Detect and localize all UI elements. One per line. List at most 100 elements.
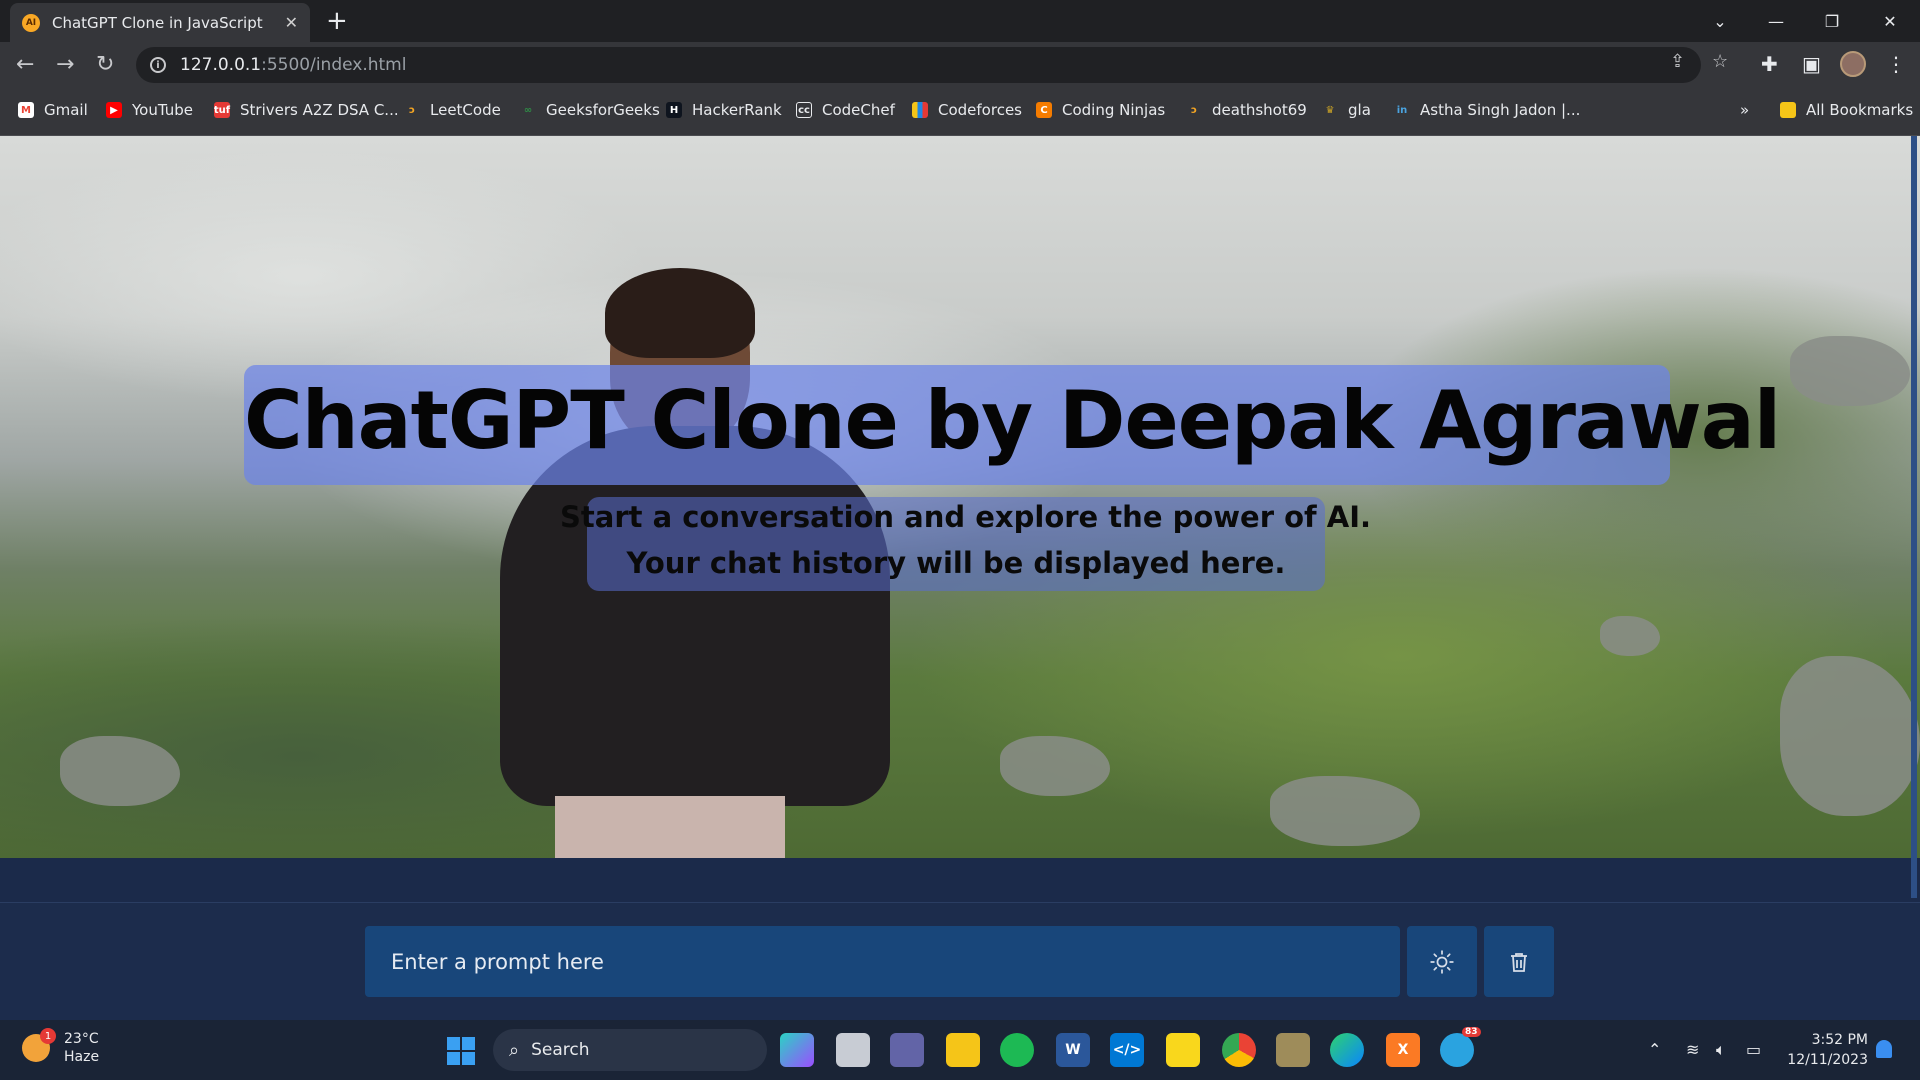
battery-icon[interactable]: ▭ xyxy=(1746,1040,1761,1059)
extensions-puzzle-icon[interactable]: ✚ xyxy=(1761,52,1778,76)
linkedin-icon: in xyxy=(1396,104,1408,116)
codeforces-icon xyxy=(912,102,928,118)
file-explorer-icon[interactable] xyxy=(946,1033,980,1067)
url-path: :5500/index.html xyxy=(261,55,407,75)
weather-desc: Haze xyxy=(64,1049,100,1065)
bookmark-label: YouTube xyxy=(132,101,193,119)
bookmark-strivers[interactable]: tuf Strivers A2Z DSA C... xyxy=(214,101,399,119)
show-hidden-icons-chevron-icon[interactable]: ⌃ xyxy=(1648,1040,1661,1059)
bookmark-star-icon[interactable]: ☆ xyxy=(1712,51,1728,72)
telegram-badge: 83 xyxy=(1462,1027,1481,1037)
word-icon[interactable]: W xyxy=(1056,1033,1090,1067)
prompt-bar xyxy=(0,902,1920,1020)
clock-date: 12/11/2023 xyxy=(1787,1052,1868,1068)
bookmark-youtube[interactable]: ▶ YouTube xyxy=(106,101,193,119)
taskbar-search[interactable]: ⌕ Search xyxy=(493,1029,767,1071)
gla-icon: ♛ xyxy=(1325,104,1335,116)
task-view-icon[interactable] xyxy=(836,1033,870,1067)
sun-icon xyxy=(1430,949,1454,974)
youtube-icon: ▶ xyxy=(106,102,122,118)
weather-widget[interactable]: 1 23°C Haze xyxy=(22,1028,100,1066)
teams-chat-icon[interactable] xyxy=(890,1033,924,1067)
bookmark-leetcode[interactable]: ↄ LeetCode xyxy=(404,101,501,119)
tab-title: ChatGPT Clone in JavaScript xyxy=(52,13,263,32)
clock-time: 3:52 PM xyxy=(1811,1032,1868,1048)
system-clock[interactable]: 3:52 PM 12/11/2023 xyxy=(1780,1030,1868,1070)
wifi-icon[interactable]: ≋ xyxy=(1686,1040,1699,1059)
restore-button[interactable]: ❐ xyxy=(1804,0,1860,42)
tab-close-icon[interactable]: ✕ xyxy=(285,13,298,32)
volume-icon[interactable]: 🔈︎ xyxy=(1716,1040,1726,1060)
xampp-icon[interactable]: X xyxy=(1386,1033,1420,1067)
menu-kebab-icon[interactable]: ⋮ xyxy=(1886,52,1906,76)
bookmark-codechef[interactable]: cc CodeChef xyxy=(796,101,895,119)
share-icon[interactable]: ⇪ xyxy=(1670,51,1685,72)
page-title: ChatGPT Clone by Deepak Agrawal xyxy=(244,374,1781,467)
bookmark-label: Coding Ninjas xyxy=(1062,101,1166,119)
spotify-icon[interactable] xyxy=(1000,1033,1034,1067)
overflow-chevron-icon: » xyxy=(1740,101,1750,119)
leetcode-icon: ↄ xyxy=(409,104,415,116)
close-window-button[interactable]: ✕ xyxy=(1862,0,1918,42)
new-tab-button[interactable]: + xyxy=(326,6,348,36)
prompt-input[interactable] xyxy=(365,926,1400,997)
back-arrow-icon[interactable]: ← xyxy=(16,52,34,78)
folder-icon xyxy=(1780,102,1796,118)
profile-avatar[interactable] xyxy=(1840,51,1866,77)
bookmark-label: gla xyxy=(1348,101,1371,119)
bookmark-deathshot69[interactable]: ↄ deathshot69 xyxy=(1186,101,1307,119)
codingninjas-icon: C xyxy=(1036,102,1052,118)
side-panel-icon[interactable]: ▣ xyxy=(1802,52,1821,76)
site-info-icon[interactable]: i xyxy=(150,57,166,73)
bookmarks-bar: M Gmail ▶ YouTube tuf Strivers A2Z DSA C...… xyxy=(0,88,1920,136)
windows-start-icon[interactable] xyxy=(447,1037,475,1065)
reload-icon[interactable]: ↻ xyxy=(96,52,114,78)
weather-badge: 1 xyxy=(40,1028,56,1044)
url-host: 127.0.0.1 xyxy=(180,55,262,75)
bookmark-label: deathshot69 xyxy=(1212,101,1307,119)
theme-toggle-button[interactable] xyxy=(1407,926,1477,997)
forward-arrow-icon[interactable]: → xyxy=(56,52,74,78)
bookmarks-overflow-button[interactable]: » xyxy=(1740,101,1749,119)
bookmark-label: Codeforces xyxy=(938,101,1022,119)
bookmark-geeksforgeeks[interactable]: ∞ GeeksforGeeks xyxy=(520,101,660,119)
chrome-icon[interactable] xyxy=(1222,1033,1256,1067)
bookmark-label: Gmail xyxy=(44,101,88,119)
bookmark-gla[interactable]: ♛ gla xyxy=(1322,101,1371,119)
all-bookmarks-button[interactable]: All Bookmarks xyxy=(1780,101,1913,119)
sticky-notes-icon[interactable] xyxy=(1166,1033,1200,1067)
telegram-icon[interactable]: 83 xyxy=(1440,1027,1481,1067)
weather-sun-icon: 1 xyxy=(22,1028,56,1062)
minimize-button[interactable]: — xyxy=(1748,0,1804,42)
tab-search-chevron-icon[interactable]: ⌄ xyxy=(1692,0,1748,42)
bookmark-label: HackerRank xyxy=(692,101,782,119)
edge-icon[interactable] xyxy=(1330,1033,1364,1067)
delete-chats-button[interactable] xyxy=(1484,926,1554,997)
copilot-icon[interactable] xyxy=(780,1033,814,1067)
hackerrank-icon: H xyxy=(666,102,682,118)
tab-favicon-icon: AI xyxy=(22,13,40,32)
all-bookmarks-label: All Bookmarks xyxy=(1806,101,1914,119)
bookmark-gmail[interactable]: M Gmail xyxy=(18,101,88,119)
page-scrollbar[interactable] xyxy=(1911,136,1917,898)
bookmark-hackerrank[interactable]: H HackerRank xyxy=(666,101,782,119)
bookmark-codeforces[interactable]: Codeforces xyxy=(912,101,1022,119)
taskbar-search-label: Search xyxy=(531,1040,590,1060)
address-bar[interactable]: i 127.0.0.1:5500/index.html xyxy=(136,47,1701,83)
subtitle-line-2: Your chat history will be displayed here… xyxy=(626,546,1286,580)
hero-background-image: ChatGPT Clone by Deepak Agrawal Start a … xyxy=(0,136,1920,858)
bookmark-label: CodeChef xyxy=(822,101,895,119)
tomcat-icon[interactable] xyxy=(1276,1033,1310,1067)
notifications-bell-icon[interactable] xyxy=(1876,1040,1892,1058)
bookmark-astha-linkedin[interactable]: in Astha Singh Jadon |... xyxy=(1394,101,1581,119)
weather-temp: 23°C xyxy=(64,1031,99,1047)
codechef-icon: cc xyxy=(796,102,812,118)
browser-toolbar: ← → ↻ i 127.0.0.1:5500/index.html ⇪ ☆ ✚ … xyxy=(0,42,1920,88)
bookmark-label: GeeksforGeeks xyxy=(546,101,660,119)
browser-tab[interactable]: AI ChatGPT Clone in JavaScript ✕ xyxy=(10,3,310,42)
vscode-icon[interactable]: </> xyxy=(1110,1033,1144,1067)
geeksforgeeks-icon: ∞ xyxy=(523,104,533,116)
bookmark-codingninjas[interactable]: C Coding Ninjas xyxy=(1036,101,1165,119)
bookmark-label: Astha Singh Jadon |... xyxy=(1420,101,1581,119)
trash-icon xyxy=(1511,952,1527,972)
